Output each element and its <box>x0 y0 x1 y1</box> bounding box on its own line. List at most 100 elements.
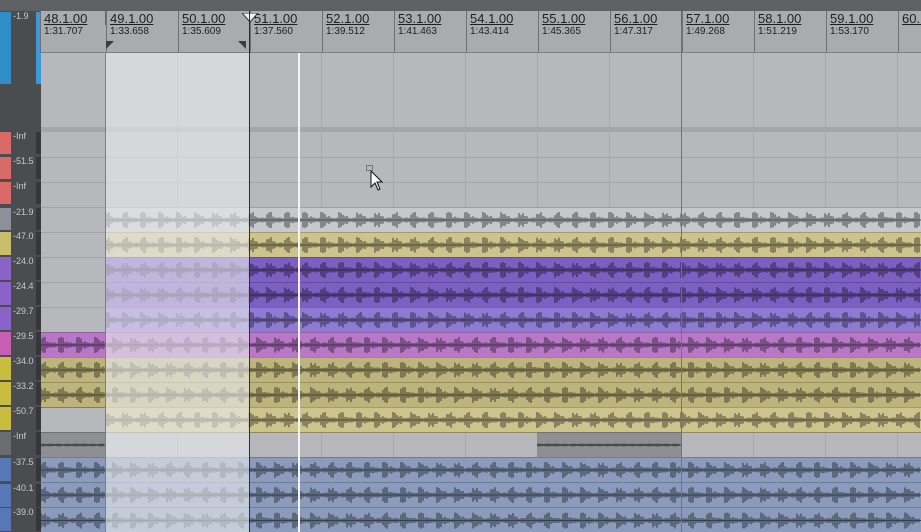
meter-level-label: -Inf <box>13 131 27 141</box>
marker-red <box>105 11 106 25</box>
meter-level-label: -33.2 <box>13 381 34 391</box>
ruler-bar-label: 56.1.00 <box>614 11 658 26</box>
meter-row[interactable]: -Inf <box>0 131 41 155</box>
ruler-time-label: 1:41.463 <box>398 26 437 37</box>
meter-row[interactable]: -1.9 <box>0 11 41 85</box>
track-color-swatch <box>0 357 11 380</box>
insert-line <box>249 11 250 532</box>
track-color-swatch <box>0 382 11 405</box>
audio-clip[interactable] <box>41 432 105 458</box>
track-color-swatch <box>0 407 11 430</box>
daw-arrange-window: -1.9 -Inf -51.5 -Inf -21.9 -47.0 -24.0 -… <box>0 0 921 532</box>
window-top-bar <box>0 0 921 11</box>
track-color-swatch <box>0 282 11 305</box>
meter-level-label: -Inf <box>13 431 27 441</box>
track-color-swatch <box>0 458 11 481</box>
track-color-swatch <box>0 332 11 355</box>
meter-row[interactable]: -Inf <box>0 181 41 205</box>
ruler-time-label: 1:39.512 <box>326 26 365 37</box>
ruler-bar-label: 54.1.00 <box>470 11 514 26</box>
ruler-mark: 53.1.00 1:41.463 <box>394 11 441 52</box>
meter-level-label: -Inf <box>13 181 27 191</box>
meter-row[interactable]: -21.9 <box>0 207 41 231</box>
ruler-mark: 54.1.00 1:43.414 <box>466 11 513 52</box>
ruler-bar-label: 57.1.00 <box>686 11 730 26</box>
meter-level-label: -24.0 <box>13 256 34 266</box>
meter-level-label: -29.7 <box>13 306 34 316</box>
track-color-swatch <box>0 12 11 84</box>
meter-row[interactable]: -33.2 <box>0 381 41 406</box>
meter-row[interactable]: -29.5 <box>0 331 41 356</box>
track-color-swatch <box>0 182 11 204</box>
meter-row[interactable]: -Inf <box>0 431 41 456</box>
ruler-time-label: 1:37.560 <box>254 26 293 37</box>
ruler-time-label: 1:47.317 <box>614 26 653 37</box>
track-color-swatch <box>0 208 11 230</box>
ruler-mark: 60.1.00 <box>898 11 921 52</box>
loop-selection-region[interactable] <box>105 53 250 532</box>
meter-row[interactable]: -39.0 <box>0 507 41 532</box>
playhead-line[interactable] <box>681 11 682 532</box>
meter-level-label: -47.0 <box>13 231 34 241</box>
meter-level-label: -39.0 <box>13 507 34 517</box>
ruler-time-label: 1:51.219 <box>758 26 797 37</box>
ruler-time-label: 1:33.658 <box>110 26 149 37</box>
ruler-bar-label: 49.1.00 <box>110 11 154 26</box>
ruler-time-label: 1:31.707 <box>44 26 83 37</box>
meter-row[interactable]: -51.5 <box>0 156 41 180</box>
meter-level-label: -1.9 <box>13 11 29 21</box>
timeline-ruler[interactable]: 48.1.00 1:31.707 49.1.00 1:33.658 50.1.00 1… <box>40 11 921 53</box>
track-meter-strip: -1.9 -Inf -51.5 -Inf -21.9 -47.0 -24.0 -… <box>0 11 41 532</box>
insert-marker-icon[interactable] <box>242 13 258 23</box>
ruler-time-label: 1:35.609 <box>182 26 221 37</box>
meter-level-label: -24.4 <box>13 281 34 291</box>
ruler-mark: 55.1.00 1:45.365 <box>538 11 585 52</box>
ruler-time-label: 1:43.414 <box>470 26 509 37</box>
track-color-swatch <box>0 232 11 255</box>
meter-row[interactable]: -47.0 <box>0 231 41 256</box>
meter-row[interactable]: -34.0 <box>0 356 41 381</box>
ruler-mark: 50.1.00 1:35.609 <box>178 11 225 52</box>
meter-level-label: -51.5 <box>13 156 34 166</box>
ruler-bar-label: 50.1.00 <box>182 11 226 26</box>
meter-level-label: -29.5 <box>13 331 34 341</box>
ruler-bar-label: 48.1.00 <box>44 11 88 26</box>
ruler-mark: 57.1.00 1:49.268 <box>682 11 729 52</box>
meter-row[interactable]: -50.7 <box>0 406 41 431</box>
marker-red <box>681 11 682 25</box>
ruler-bar-label: 60.1.00 <box>902 11 921 26</box>
ruler-time-label: 1:53.170 <box>830 26 869 37</box>
edit-cursor-line <box>298 53 300 532</box>
loop-start-flag-icon[interactable] <box>100 41 114 53</box>
track-color-swatch <box>0 432 11 455</box>
track-color-swatch <box>0 307 11 330</box>
track-color-swatch <box>0 132 11 154</box>
audio-clip[interactable] <box>537 432 681 458</box>
track-color-swatch <box>0 257 11 280</box>
meter-row[interactable]: -29.7 <box>0 306 41 331</box>
meter-level-label: -37.5 <box>13 457 34 467</box>
meter-level-label: -21.9 <box>13 207 34 217</box>
meter-row[interactable]: -37.5 <box>0 457 41 482</box>
ruler-bar-label: 53.1.00 <box>398 11 442 26</box>
meter-level-label: -40.1 <box>13 483 34 493</box>
ruler-bar-label: 52.1.00 <box>326 11 370 26</box>
ruler-bar-label: 59.1.00 <box>830 11 874 26</box>
ruler-mark: 56.1.00 1:47.317 <box>610 11 657 52</box>
ruler-bar-label: 55.1.00 <box>542 11 586 26</box>
meter-row[interactable]: -24.4 <box>0 281 41 306</box>
track-color-swatch <box>0 484 11 507</box>
ruler-bar-label: 58.1.00 <box>758 11 802 26</box>
track-color-swatch <box>0 508 11 531</box>
meter-level-label: -34.0 <box>13 356 34 366</box>
track-color-swatch <box>0 157 11 179</box>
ruler-mark: 59.1.00 1:53.170 <box>826 11 873 52</box>
meter-level-label: -50.7 <box>13 406 34 416</box>
meter-row[interactable]: -40.1 <box>0 483 41 508</box>
ruler-mark: 58.1.00 1:51.219 <box>754 11 801 52</box>
meter-row[interactable]: -24.0 <box>0 256 41 281</box>
ruler-mark: 52.1.00 1:39.512 <box>322 11 369 52</box>
pointer-cursor-icon <box>366 165 384 191</box>
ruler-time-label: 1:49.268 <box>686 26 725 37</box>
ruler-mark: 48.1.00 1:31.707 <box>40 11 87 52</box>
